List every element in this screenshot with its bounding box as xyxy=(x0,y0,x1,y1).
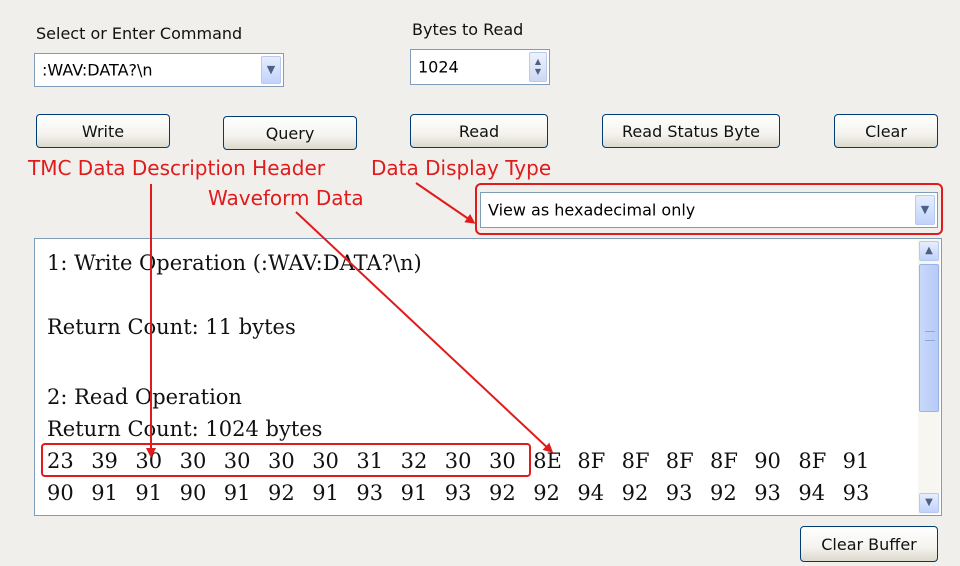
annotation-display-type-label: Data Display Type xyxy=(371,156,552,180)
hex-byte: 91 xyxy=(223,481,251,505)
hex-byte: 8E xyxy=(533,449,562,473)
bytes-spinner[interactable]: 1024 ▲ ▼ xyxy=(410,49,550,85)
query-button[interactable]: Query xyxy=(223,116,357,150)
hex-byte: 91 xyxy=(312,481,339,505)
bytes-value[interactable]: 1024 xyxy=(418,58,459,77)
hex-byte: 8F xyxy=(710,449,738,473)
spinner-buttons[interactable]: ▲ ▼ xyxy=(529,52,547,82)
panel: Select or Enter Command :WAV:DATA?\n ▼ B… xyxy=(0,0,960,566)
scroll-down-icon: ▼ xyxy=(925,496,933,508)
scroll-up-button[interactable]: ▲ xyxy=(919,241,939,261)
hex-byte: 8F xyxy=(665,449,694,473)
hex-byte: 93 xyxy=(356,481,384,505)
annotation-waveform-label: Waveform Data xyxy=(208,186,364,210)
command-combobox[interactable]: :WAV:DATA?\n ▼ xyxy=(34,53,284,87)
output-line: Return Count: 1024 bytes xyxy=(47,417,323,441)
command-dropdown-button[interactable]: ▼ xyxy=(261,56,281,84)
clear-button[interactable]: Clear xyxy=(834,114,938,148)
clear-buffer-button[interactable]: Clear Buffer xyxy=(800,526,938,562)
hex-byte: 8F xyxy=(798,449,827,473)
hex-byte: 90 xyxy=(179,481,207,505)
read-button[interactable]: Read xyxy=(410,114,548,148)
command-label: Select or Enter Command xyxy=(36,24,243,43)
hex-byte: 92 xyxy=(533,481,560,505)
spinner-up-icon[interactable]: ▲ xyxy=(535,58,541,66)
scroll-grip-icon xyxy=(925,331,935,341)
hex-byte: 92 xyxy=(710,481,737,505)
hex-byte: 92 xyxy=(268,481,295,505)
scroll-thumb[interactable] xyxy=(919,264,939,412)
display-type-highlight-box xyxy=(475,183,943,235)
hex-byte: 91 xyxy=(842,449,870,473)
hex-byte: 93 xyxy=(842,481,870,505)
scroll-up-icon: ▲ xyxy=(925,244,933,256)
hex-byte: 90 xyxy=(47,481,74,505)
hex-byte: 8F xyxy=(577,449,606,473)
output-line: 1: Write Operation (:WAV:DATA?\n) xyxy=(47,251,422,275)
chevron-down-icon: ▼ xyxy=(266,62,276,76)
vertical-scrollbar[interactable]: ▲ ▼ xyxy=(918,240,940,514)
output-line: 2: Read Operation xyxy=(47,385,242,409)
annotation-header-label: TMC Data Description Header xyxy=(28,156,325,180)
write-button[interactable]: Write xyxy=(36,114,170,148)
hex-byte: 92 xyxy=(489,481,516,505)
hex-byte: 91 xyxy=(135,481,163,505)
hex-byte: 91 xyxy=(400,481,428,505)
command-value[interactable]: :WAV:DATA?\n xyxy=(42,61,153,80)
spinner-down-icon[interactable]: ▼ xyxy=(535,68,541,76)
header-bytes-highlight-box xyxy=(41,443,531,477)
hex-byte: 93 xyxy=(665,481,693,505)
hex-byte: 93 xyxy=(754,481,781,505)
hex-byte: 94 xyxy=(577,481,605,505)
hex-byte: 93 xyxy=(444,481,472,505)
display-type-arrow xyxy=(415,182,476,224)
hex-byte: 91 xyxy=(91,481,118,505)
hex-byte: 94 xyxy=(798,481,826,505)
hex-byte: 8F xyxy=(621,449,650,473)
scroll-down-button[interactable]: ▼ xyxy=(919,493,939,513)
read-status-byte-button[interactable]: Read Status Byte xyxy=(602,114,780,148)
bytes-label: Bytes to Read xyxy=(412,20,524,39)
hex-byte: 90 xyxy=(754,449,781,473)
output-line: Return Count: 11 bytes xyxy=(47,315,296,339)
hex-byte: 92 xyxy=(621,481,649,505)
